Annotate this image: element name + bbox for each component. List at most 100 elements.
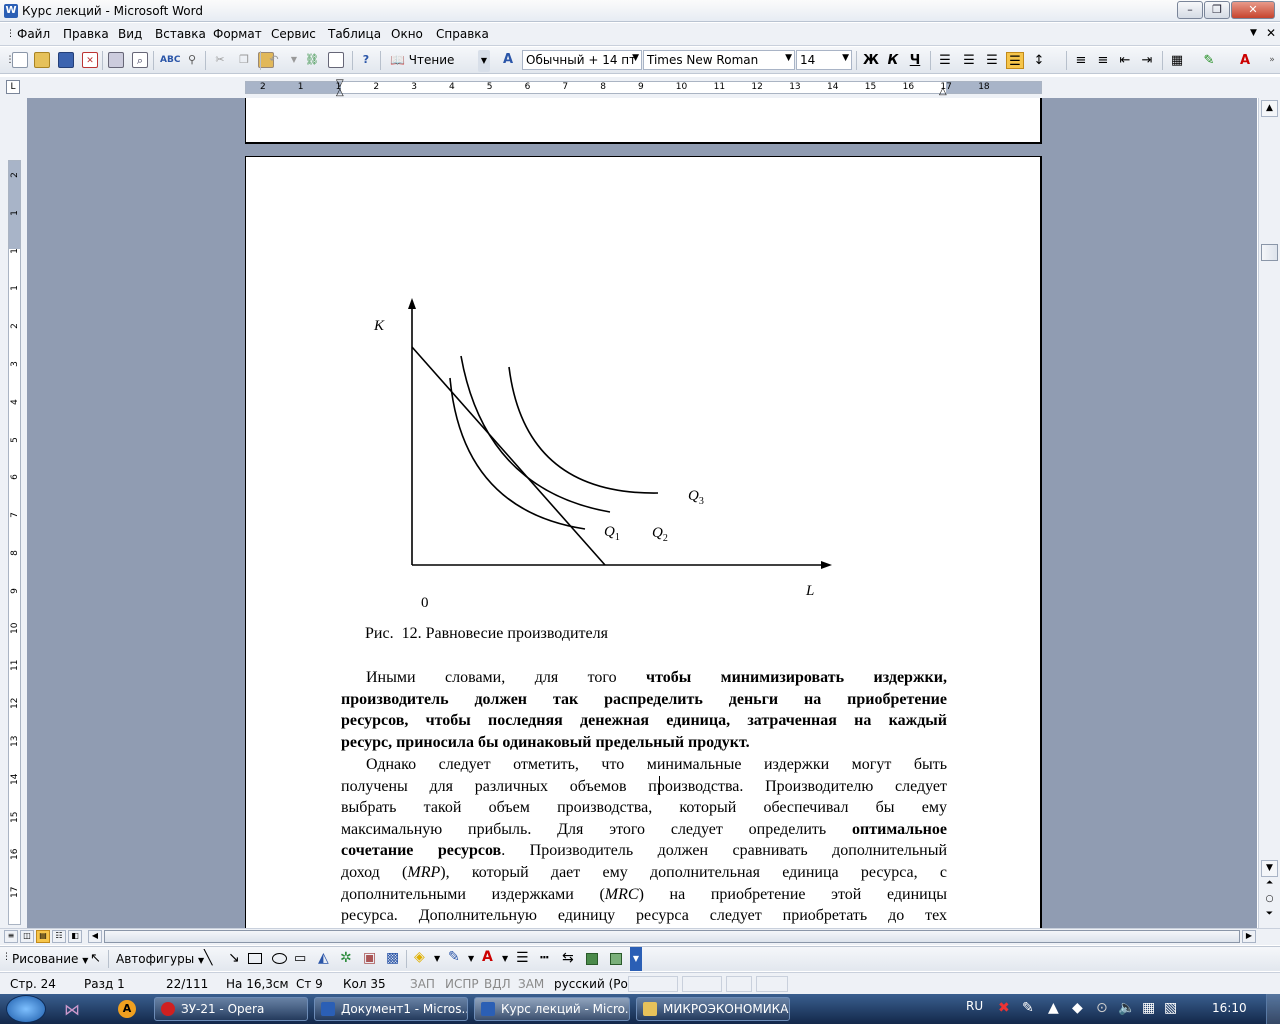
justify-icon[interactable]: ☰	[1006, 52, 1024, 69]
horizontal-scroll-thumb[interactable]	[104, 930, 1240, 943]
browse-object-icon[interactable]: ○	[1261, 894, 1278, 909]
show-desktop-button[interactable]	[1266, 994, 1280, 1024]
line-tool-icon[interactable]: ╲	[204, 950, 212, 966]
diagram-tool-icon[interactable]: ✲	[340, 950, 352, 966]
print-icon[interactable]	[108, 52, 124, 68]
reading-view-icon[interactable]: ◧	[68, 930, 82, 943]
right-indent-icon[interactable]: △	[939, 86, 947, 97]
picture-tool-icon[interactable]: ▩	[386, 950, 399, 966]
close-button[interactable]: ✕	[1231, 1, 1275, 19]
menu-window[interactable]: Окно	[391, 27, 423, 41]
help-dropdown-icon[interactable]: ▼	[1250, 28, 1257, 38]
toolbar-overflow-icon[interactable]: »	[1264, 52, 1280, 68]
scroll-left-icon[interactable]: ◀	[88, 930, 102, 943]
tab-selector-icon[interactable]: L	[6, 80, 20, 94]
taskbar-microeconomics[interactable]: МИКРОЭКОНОМИКА	[636, 997, 790, 1021]
undo-icon[interactable]: ↶	[266, 52, 282, 68]
highlight-icon[interactable]: ✎	[1200, 52, 1218, 69]
3d-style-icon[interactable]	[610, 953, 622, 965]
align-left-icon[interactable]: ☰	[936, 52, 954, 69]
minimize-button[interactable]: –	[1177, 1, 1203, 19]
bold-button[interactable]: Ж	[862, 52, 880, 69]
scroll-down-icon[interactable]: ▼	[1261, 860, 1278, 877]
scroll-right-icon[interactable]: ▶	[1242, 930, 1256, 943]
wordart-tool-icon[interactable]: ◭	[318, 950, 329, 966]
doc-close-icon[interactable]: ✕	[1266, 26, 1276, 40]
help-icon[interactable]: ?	[358, 52, 374, 68]
reading-mode-button[interactable]: 📖 Чтение	[386, 51, 458, 71]
cut-icon[interactable]: ✂	[212, 52, 228, 68]
decrease-indent-icon[interactable]: ⇤	[1116, 52, 1134, 69]
drawing-toolbar-options-icon[interactable]: ▼	[630, 947, 642, 971]
style-combo[interactable]: Обычный + 14 пт ▼	[522, 50, 642, 70]
shadow-style-icon[interactable]	[586, 953, 598, 965]
status-language[interactable]: русский (Ро	[554, 977, 628, 991]
tray-icon-2[interactable]: ✎	[1022, 1000, 1034, 1016]
menu-format[interactable]: Формат	[213, 27, 262, 41]
copy-icon[interactable]: ❐	[236, 52, 252, 68]
tray-icon-1[interactable]: ✖	[998, 1000, 1010, 1016]
styles-pane-icon[interactable]: A	[500, 52, 516, 68]
vertical-ruler[interactable]: 2 1 1 1 2 3 4 5 6 7 8 9 10 11 12 13 14 15 16 17	[8, 160, 21, 925]
prev-page-icon[interactable]: ⏶	[1261, 878, 1278, 893]
status-track-changes[interactable]: ИСПР	[445, 977, 479, 991]
normal-view-icon[interactable]: ≡	[4, 930, 18, 943]
italic-button[interactable]: К	[884, 52, 902, 69]
start-button[interactable]	[6, 995, 46, 1023]
outline-view-icon[interactable]: ☷	[52, 930, 66, 943]
fill-color-icon[interactable]: ◈	[414, 949, 425, 965]
line-color-icon[interactable]: ✎	[448, 949, 460, 965]
save-icon[interactable]	[58, 52, 74, 68]
status-extend[interactable]: ВДЛ	[484, 977, 511, 991]
line-style-icon[interactable]: ☰	[516, 950, 529, 966]
tray-icon-6[interactable]: ▧	[1164, 1000, 1177, 1016]
hanging-indent-icon[interactable]: △	[336, 87, 344, 98]
menu-edit[interactable]: Правка	[63, 27, 109, 41]
align-right-icon[interactable]: ☰	[983, 52, 1001, 69]
undo-dropdown-icon[interactable]: ▼	[286, 52, 302, 68]
oval-tool-icon[interactable]	[272, 953, 287, 964]
volume-icon[interactable]: 🔈	[1118, 1000, 1135, 1016]
toolbar-options-icon[interactable]: ▼	[478, 50, 490, 72]
table-icon[interactable]	[328, 52, 344, 68]
print-preview-icon[interactable]: ⌕	[132, 52, 148, 68]
next-page-icon[interactable]: ⏷	[1261, 909, 1278, 924]
spelling-icon[interactable]: ABC	[160, 52, 180, 68]
network-icon[interactable]: ▦	[1142, 1000, 1155, 1016]
scroll-up-icon[interactable]: ▲	[1261, 100, 1278, 117]
print-layout-icon[interactable]: ▤	[36, 930, 50, 943]
select-objects-icon[interactable]: ↖	[90, 951, 101, 966]
autoshapes-menu[interactable]: Автофигуры ▼	[116, 952, 204, 966]
taskbar-course-lectures[interactable]: Курс лекций - Micro...	[474, 997, 630, 1021]
web-view-icon[interactable]: ◫	[20, 930, 34, 943]
new-document-icon[interactable]	[12, 52, 28, 68]
font-combo[interactable]: Times New Roman ▼	[643, 50, 795, 70]
fill-color-dropdown-icon[interactable]: ▼	[434, 954, 440, 963]
menu-tools[interactable]: Сервис	[271, 27, 316, 41]
paragraph-minimize-costs[interactable]: Иными словами, для того чтобы минимизиро…	[341, 667, 947, 753]
launcher-icon[interactable]: A	[118, 1000, 136, 1018]
text-color-icon[interactable]: A	[482, 949, 493, 965]
arrow-tool-icon[interactable]: ↘	[228, 950, 240, 966]
drawing-menu[interactable]: Рисование ▼	[12, 952, 88, 966]
underline-button[interactable]: Ч	[906, 52, 924, 69]
horizontal-ruler[interactable]: 2 1 1 2 3 4 5 6 7 8 9 10 11 12 13 14 15 16 17 18 ▽ △ △	[245, 78, 1042, 98]
horizontal-scrollbar[interactable]: ≡ ◫ ▤ ☷ ◧ ◀ ▶	[0, 928, 1280, 945]
menu-table[interactable]: Таблица	[328, 27, 381, 41]
menu-file[interactable]: Файл	[17, 27, 50, 41]
tray-icon-4[interactable]: ◆	[1072, 1000, 1083, 1016]
font-size-combo[interactable]: 14 ▼	[796, 50, 852, 70]
scroll-thumb[interactable]	[1261, 244, 1278, 261]
textbox-tool-icon[interactable]: ▭	[294, 951, 306, 966]
menu-insert[interactable]: Вставка	[155, 27, 206, 41]
status-record-macro[interactable]: ЗАП	[410, 977, 435, 991]
visual-studio-icon[interactable]: ⋈	[64, 1000, 80, 1019]
numbering-icon[interactable]: ≡	[1072, 52, 1090, 69]
vertical-scrollbar[interactable]: ▲ ▼ ⏶ ○ ⏷	[1258, 98, 1280, 928]
research-icon[interactable]: ⚲	[184, 52, 200, 68]
paragraph-optimal-resources[interactable]: Однако следует отметить, что минимальные…	[341, 754, 947, 927]
align-center-icon[interactable]: ☰	[960, 52, 978, 69]
input-language[interactable]: RU	[966, 999, 983, 1013]
tray-icon-3[interactable]: ▲	[1048, 1000, 1059, 1016]
borders-icon[interactable]: ▦	[1168, 52, 1186, 69]
